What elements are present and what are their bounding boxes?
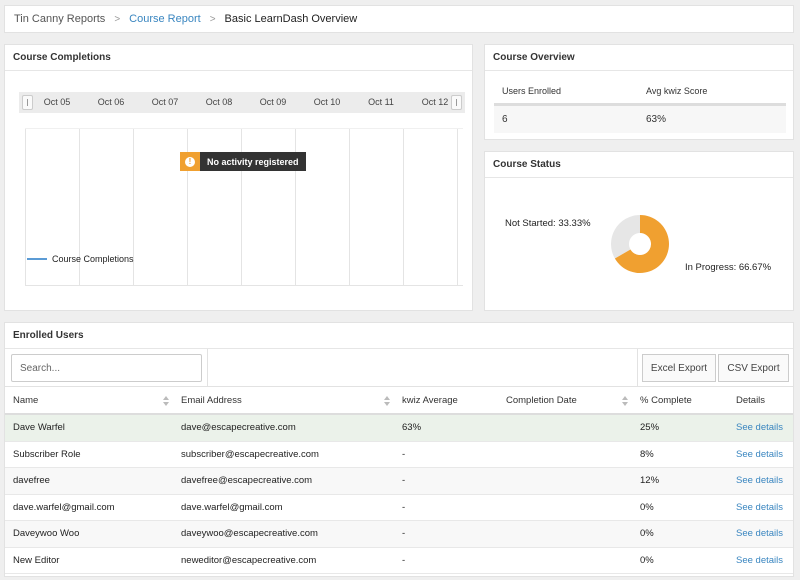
sort-icon[interactable] bbox=[163, 395, 169, 406]
user-email-cell: neweditor@escapecreative.com bbox=[181, 554, 317, 566]
name-column-header[interactable]: Name bbox=[5, 388, 173, 413]
kwiz-average-cell: - bbox=[402, 554, 406, 566]
grid-line bbox=[349, 129, 350, 285]
breadcrumb-current-course: Basic LearnDash Overview bbox=[224, 13, 358, 25]
avg-kwiz-score-header: Avg kwiz Score bbox=[646, 86, 708, 96]
see-details-link[interactable]: See details bbox=[736, 422, 783, 433]
completion-date-column-header[interactable]: Completion Date bbox=[498, 388, 632, 413]
no-activity-notice: ! No activity registered bbox=[180, 152, 306, 171]
kwiz-average-column-header[interactable]: kwiz Average bbox=[394, 388, 498, 413]
timeline-range-slider[interactable]: Oct 05 Oct 06 Oct 07 Oct 08 Oct 09 Oct 1… bbox=[19, 92, 465, 113]
users-enrolled-header: Users Enrolled bbox=[502, 86, 562, 96]
course-overview-panel: Course Overview Users Enrolled Avg kwiz … bbox=[484, 44, 794, 140]
percent-complete-cell: 0% bbox=[640, 554, 654, 566]
course-status-pie-chart bbox=[611, 215, 669, 273]
timeline-label: Oct 11 bbox=[368, 97, 394, 107]
breadcrumb-course-report[interactable]: Course Report bbox=[129, 13, 201, 25]
breadcrumb-separator-icon: > bbox=[209, 13, 216, 25]
user-email-cell: dave.warfel@gmail.com bbox=[181, 501, 283, 513]
percent-complete-cell: 0% bbox=[640, 501, 654, 513]
timeline-label: Oct 09 bbox=[259, 97, 287, 107]
grid-line bbox=[457, 129, 458, 285]
course-overview-title: Course Overview bbox=[485, 45, 793, 71]
pie-slice-not-started bbox=[611, 215, 640, 259]
kwiz-average-cell: - bbox=[402, 448, 406, 460]
user-name-cell: dave.warfel@gmail.com bbox=[13, 501, 115, 513]
legend-label: Course Completions bbox=[52, 254, 134, 264]
search-input[interactable] bbox=[11, 354, 202, 382]
details-column-header: Details bbox=[736, 395, 766, 406]
no-activity-message: No activity registered bbox=[207, 156, 299, 167]
table-row: dave.warfel@gmail.com dave.warfel@gmail.c… bbox=[5, 495, 793, 521]
overview-value-row: 6 63% bbox=[494, 106, 786, 133]
table-row: Daveywoo Woo daveywoo@escapecreative.com -… bbox=[5, 521, 793, 548]
timeline-label: Oct 05 bbox=[43, 97, 71, 107]
table-header-row: Name Email Address kwiz Average Completi… bbox=[5, 388, 793, 415]
course-status-panel: Course Status Not Started: 33.33% In Pro… bbox=[484, 151, 794, 311]
percent-complete-cell: 0% bbox=[640, 528, 654, 540]
toolbar-divider bbox=[207, 349, 208, 387]
user-name-cell: New Editor bbox=[13, 554, 60, 566]
users-enrolled-value: 6 bbox=[502, 114, 508, 125]
timeline-left-handle[interactable] bbox=[22, 95, 33, 110]
see-details-link[interactable]: See details bbox=[736, 475, 783, 486]
avg-kwiz-score-value: 63% bbox=[646, 114, 667, 125]
not-started-label: Not Started: 33.33% bbox=[505, 218, 591, 229]
course-completions-title: Course Completions bbox=[5, 45, 472, 71]
kwiz-average-cell: 63% bbox=[402, 422, 422, 434]
user-name-cell: davefree bbox=[13, 475, 50, 487]
table-row: New Editor neweditor@escapecreative.com - 0… bbox=[5, 548, 793, 574]
percent-complete-cell: 12% bbox=[640, 475, 660, 487]
course-status-title: Course Status bbox=[485, 152, 793, 178]
grid-line bbox=[25, 129, 26, 285]
enrolled-users-title: Enrolled Users bbox=[5, 323, 793, 349]
user-name-cell: Subscriber Role bbox=[13, 448, 81, 460]
see-details-link[interactable]: See details bbox=[736, 555, 783, 566]
percent-complete-cell: 8% bbox=[640, 448, 654, 460]
see-details-link[interactable]: See details bbox=[736, 502, 783, 513]
timeline-label: Oct 08 bbox=[205, 97, 233, 107]
user-email-cell: dave@escapecreative.com bbox=[181, 422, 296, 434]
timeline-label: Oct 07 bbox=[151, 97, 179, 107]
timeline-right-handle[interactable] bbox=[451, 95, 462, 110]
grid-line bbox=[403, 129, 404, 285]
percent-complete-cell: 25% bbox=[640, 422, 660, 434]
breadcrumb-separator-icon: > bbox=[114, 13, 121, 25]
user-email-cell: daveywoo@escapecreative.com bbox=[181, 528, 318, 540]
table-row: Dave Warfel dave@escapecreative.com 63% 25%… bbox=[5, 415, 793, 442]
table-row: Subscriber Role subscriber@escapecreative… bbox=[5, 442, 793, 468]
enrolled-users-table: Name Email Address kwiz Average Completi… bbox=[5, 388, 793, 574]
email-column-header[interactable]: Email Address bbox=[173, 388, 394, 413]
csv-export-button[interactable]: CSV Export bbox=[718, 354, 789, 382]
user-name-cell: Dave Warfel bbox=[13, 422, 65, 434]
enrolled-users-toolbar: Excel Export CSV Export bbox=[5, 349, 793, 387]
timeline-label: Oct 10 bbox=[313, 97, 341, 107]
toolbar-divider bbox=[637, 349, 638, 387]
kwiz-average-cell: - bbox=[402, 475, 406, 487]
breadcrumb: Tin Canny Reports > Course Report > Basi… bbox=[4, 5, 794, 33]
kwiz-average-cell: - bbox=[402, 528, 406, 540]
user-name-cell: Daveywoo Woo bbox=[13, 528, 80, 540]
see-details-link[interactable]: See details bbox=[736, 449, 783, 460]
percent-complete-column-header[interactable]: % Complete bbox=[632, 388, 728, 413]
excel-export-button[interactable]: Excel Export bbox=[642, 354, 716, 382]
chart-legend: Course Completions bbox=[27, 254, 134, 264]
timeline-label: Oct 06 bbox=[97, 97, 125, 107]
sort-icon[interactable] bbox=[622, 395, 628, 406]
timeline-label: Oct 12 bbox=[421, 97, 449, 107]
user-email-cell: davefree@escapecreative.com bbox=[181, 475, 313, 487]
sort-icon[interactable] bbox=[384, 395, 390, 406]
legend-swatch bbox=[27, 258, 47, 260]
see-details-link[interactable]: See details bbox=[736, 528, 783, 539]
user-email-cell: subscriber@escapecreative.com bbox=[181, 448, 319, 460]
overview-header-row: Users Enrolled Avg kwiz Score bbox=[494, 79, 786, 106]
overview-table: Users Enrolled Avg kwiz Score 6 63% bbox=[494, 79, 786, 133]
enrolled-users-panel: Enrolled Users Excel Export CSV Export N… bbox=[4, 322, 794, 577]
kwiz-average-cell: - bbox=[402, 501, 406, 513]
table-row: davefree davefree@escapecreative.com - 12% S… bbox=[5, 468, 793, 495]
in-progress-label: In Progress: 66.67% bbox=[685, 262, 772, 273]
breadcrumb-tin-canny-reports[interactable]: Tin Canny Reports bbox=[14, 13, 105, 25]
warning-icon: ! bbox=[180, 152, 200, 171]
course-completions-panel: Course Completions Oct 05 Oct 06 Oct 07 … bbox=[4, 44, 473, 311]
